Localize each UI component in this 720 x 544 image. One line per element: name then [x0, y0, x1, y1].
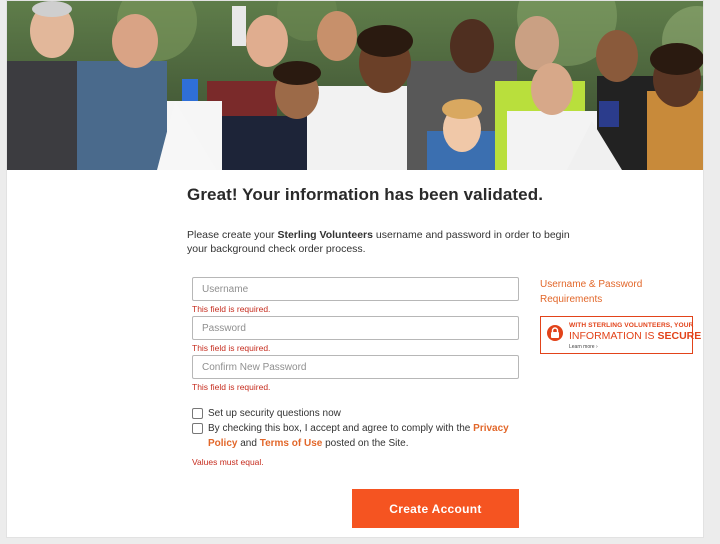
- create-account-button[interactable]: Create Account: [352, 489, 519, 528]
- lock-icon: [547, 325, 563, 341]
- values-must-equal-error: Values must equal.: [192, 457, 264, 467]
- username-error: This field is required.: [192, 304, 271, 314]
- terms-label-before: By checking this box, I accept and agree…: [208, 423, 474, 434]
- terms-label-middle: and: [237, 438, 260, 449]
- terms-label-after: posted on the Site.: [322, 438, 409, 449]
- volunteers-group-image: [7, 1, 703, 170]
- security-questions-row: Set up security questions now: [192, 406, 518, 421]
- password-input[interactable]: [192, 316, 519, 340]
- terms-checkbox[interactable]: [192, 423, 203, 434]
- secure-badge-line2-prefix: INFORMATION IS: [569, 330, 658, 342]
- password-error: This field is required.: [192, 343, 271, 353]
- hero-photo: [7, 1, 703, 170]
- secure-badge-emphasis: SECURE: [657, 330, 702, 342]
- registration-card: Great! Your information has been validat…: [6, 0, 704, 538]
- security-questions-checkbox[interactable]: [192, 408, 203, 419]
- terms-of-use-link[interactable]: Terms of Use: [260, 438, 323, 449]
- learn-more-link[interactable]: Learn more ›: [569, 344, 598, 350]
- terms-label: By checking this box, I accept and agree…: [208, 421, 518, 451]
- confirm-password-error: This field is required.: [192, 382, 271, 392]
- secure-badge[interactable]: WITH STERLING VOLUNTEERS, YOUR INFORMATI…: [540, 316, 701, 354]
- intro-text: Please create your Sterling Volunteers u…: [187, 228, 587, 256]
- username-input[interactable]: [192, 277, 519, 301]
- intro-text-before: Please create your: [187, 229, 278, 241]
- confirm-password-input[interactable]: [192, 355, 519, 379]
- brand-name: Sterling Volunteers: [277, 229, 373, 241]
- page-title: Great! Your information has been validat…: [187, 185, 544, 204]
- secure-badge-line2: INFORMATION IS SECURE: [569, 330, 701, 342]
- requirements-link[interactable]: Username & Password Requirements: [540, 277, 670, 307]
- security-questions-label: Set up security questions now: [208, 408, 341, 419]
- secure-badge-line1: WITH STERLING VOLUNTEERS, YOUR: [569, 322, 694, 329]
- terms-row: By checking this box, I accept and agree…: [192, 421, 518, 451]
